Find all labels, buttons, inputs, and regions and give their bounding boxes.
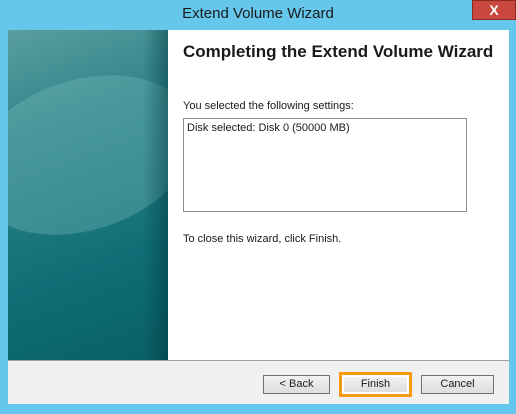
close-button[interactable]: X	[472, 0, 516, 20]
wizard-banner-image	[8, 30, 168, 360]
back-button[interactable]: < Back	[263, 375, 330, 394]
wizard-content-panel: Completing the Extend Volume Wizard You …	[168, 30, 509, 360]
settings-label: You selected the following settings:	[183, 100, 354, 112]
wizard-client-area: Completing the Extend Volume Wizard You …	[8, 30, 509, 404]
page-heading: Completing the Extend Volume Wizard	[183, 42, 494, 61]
close-instruction-text: To close this wizard, click Finish.	[183, 233, 342, 245]
footer-separator	[8, 360, 509, 361]
banner-shade-decoration	[143, 30, 168, 360]
settings-line: Disk selected: Disk 0 (50000 MB)	[187, 122, 350, 134]
wizard-window: Extend Volume Wizard X Completing the Ex…	[0, 0, 516, 414]
settings-summary-box[interactable]: Disk selected: Disk 0 (50000 MB)	[183, 118, 467, 212]
close-icon: X	[489, 2, 499, 18]
title-bar[interactable]: Extend Volume Wizard X	[0, 0, 516, 30]
window-title: Extend Volume Wizard	[182, 5, 334, 22]
finish-button[interactable]: Finish	[339, 372, 412, 397]
cancel-button[interactable]: Cancel	[421, 375, 494, 394]
